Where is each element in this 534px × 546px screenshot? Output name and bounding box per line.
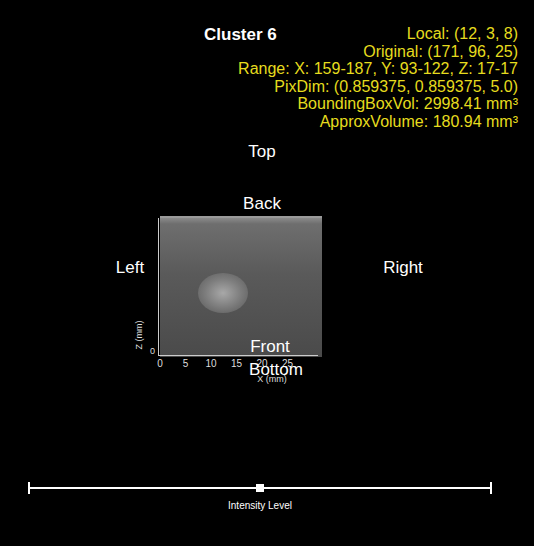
info-line: ApproxVolume: 180.94 mm³ — [320, 113, 518, 131]
info-line: PixDim: (0.859375, 0.859375, 5.0) — [274, 78, 518, 96]
info-line: Range: X: 159-187, Y: 93-122, Z: 17-17 — [238, 60, 518, 78]
orientation-label: Left — [116, 258, 144, 278]
info-line: Original: (171, 96, 25) — [363, 43, 518, 61]
viewer: Cluster 6 Local: (12, 3, 8)Original: (17… — [0, 0, 534, 546]
x-tick: 0 — [157, 358, 163, 369]
volume-render[interactable] — [160, 216, 322, 357]
slider-label: Intensity Level — [228, 500, 292, 511]
orientation-label: Back — [243, 194, 281, 214]
z-tick: 0 — [150, 346, 155, 356]
cluster-blob — [198, 273, 248, 313]
z-axis-label: Z (mm) — [134, 321, 144, 350]
orientation-label: Right — [383, 258, 423, 278]
z-axis — [158, 218, 159, 355]
slider-handle[interactable] — [256, 484, 264, 492]
cluster-title: Cluster 6 — [204, 25, 277, 45]
x-tick: 10 — [205, 358, 216, 369]
orientation-label: Bottom — [249, 360, 303, 380]
x-axis — [158, 355, 318, 356]
orientation-label: Top — [248, 142, 275, 162]
slider-cap — [490, 482, 492, 494]
intensity-slider[interactable] — [28, 482, 492, 494]
info-panel: Local: (12, 3, 8)Original: (171, 96, 25)… — [238, 25, 518, 130]
info-line: Local: (12, 3, 8) — [407, 25, 518, 43]
x-tick: 5 — [183, 358, 189, 369]
info-line: BoundingBoxVol: 2998.41 mm³ — [297, 95, 518, 113]
x-tick: 15 — [231, 358, 242, 369]
orientation-label: Front — [250, 337, 290, 357]
